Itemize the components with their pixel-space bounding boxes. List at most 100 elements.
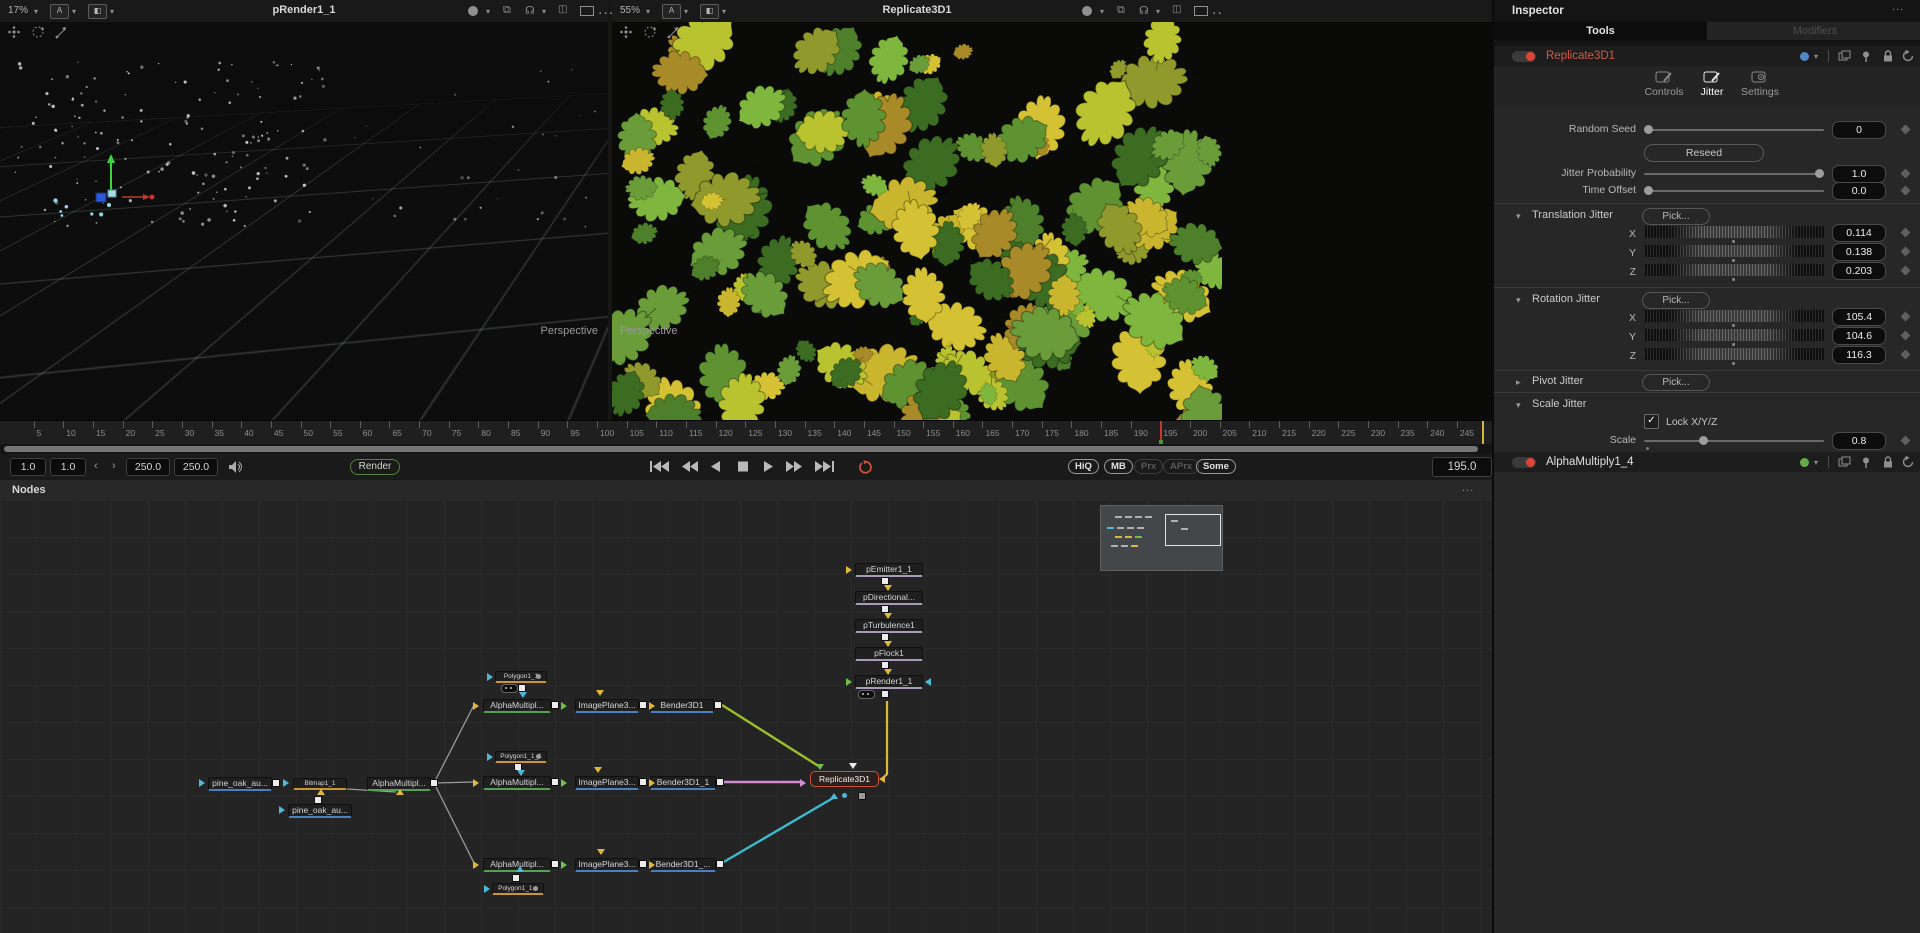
pivot-pick-button[interactable]: Pick... bbox=[1642, 374, 1710, 391]
quality-prx[interactable]: Prx bbox=[1134, 459, 1163, 474]
translation-pick-button[interactable]: Pick... bbox=[1642, 208, 1710, 225]
port-square-icon[interactable] bbox=[714, 701, 722, 709]
port-square-icon[interactable] bbox=[551, 701, 559, 709]
time-offset-value[interactable]: 0.0 bbox=[1832, 182, 1886, 200]
chevron-down-icon[interactable]: ▾ bbox=[1100, 7, 1104, 16]
lock-icon[interactable] bbox=[1882, 50, 1894, 62]
viewport-tools[interactable] bbox=[618, 24, 678, 40]
keyframe-diamond-icon[interactable] bbox=[1901, 228, 1911, 238]
tab-modifiers[interactable]: Modifiers bbox=[1708, 22, 1920, 40]
port-triangle-icon[interactable] bbox=[830, 793, 838, 799]
region-icon[interactable] bbox=[1194, 6, 1208, 16]
audio-icon[interactable] bbox=[228, 460, 244, 474]
port-triangle-icon[interactable] bbox=[487, 673, 493, 681]
translation-y-value[interactable]: 0.138 bbox=[1832, 243, 1886, 261]
viewport-tools[interactable] bbox=[6, 24, 66, 40]
port-triangle-icon[interactable] bbox=[487, 753, 493, 761]
port-triangle-icon[interactable] bbox=[561, 702, 567, 710]
reseed-button[interactable]: Reseed bbox=[1644, 144, 1764, 162]
translation-y-range-slider[interactable] bbox=[1644, 245, 1824, 257]
node-enable-toggle[interactable] bbox=[1512, 51, 1536, 62]
port-triangle-icon[interactable] bbox=[596, 690, 604, 696]
port-dot-icon[interactable] bbox=[533, 886, 538, 891]
quality-mb[interactable]: MB bbox=[1104, 459, 1133, 474]
port-dot-icon[interactable] bbox=[842, 793, 847, 798]
port-dot-icon[interactable] bbox=[536, 674, 541, 679]
port-square-icon[interactable] bbox=[518, 684, 526, 692]
port-square-icon[interactable] bbox=[858, 792, 866, 800]
port-triangle-icon[interactable] bbox=[597, 849, 605, 855]
graph-node-prender1-1[interactable]: pRender1_1 bbox=[855, 675, 923, 689]
translation-z-value[interactable]: 0.203 bbox=[1832, 262, 1886, 280]
graph-node-pflock1[interactable]: pFlock1 bbox=[855, 647, 923, 661]
node-graph[interactable]: pEmitter1_1pDirectional...pTurbulence1pF… bbox=[0, 500, 1492, 933]
port-triangle-icon[interactable] bbox=[649, 779, 655, 787]
chevron-down-icon[interactable]: ▾ bbox=[1516, 295, 1521, 306]
node-enable-toggle[interactable] bbox=[1512, 457, 1536, 468]
keyframe-diamond-icon[interactable] bbox=[1901, 266, 1911, 276]
graph-node-pemitter1-1[interactable]: pEmitter1_1 bbox=[855, 563, 923, 577]
graph-node-imageplane3-[interactable]: ImagePlane3... bbox=[575, 776, 639, 790]
viewport-right-render[interactable]: Perspective bbox=[612, 22, 1492, 420]
port-square-icon[interactable] bbox=[881, 661, 889, 669]
node-graph-minimap[interactable] bbox=[1100, 505, 1223, 571]
color-control-icon[interactable] bbox=[468, 6, 478, 16]
port-triangle-icon[interactable] bbox=[519, 692, 527, 698]
port-triangle-icon[interactable] bbox=[199, 779, 205, 787]
keyframe-diamond-icon[interactable] bbox=[1901, 247, 1911, 257]
port-triangle-icon[interactable] bbox=[800, 779, 806, 787]
port-triangle-icon[interactable] bbox=[484, 885, 490, 893]
port-triangle-icon[interactable] bbox=[561, 861, 567, 869]
keyframe-diamond-icon[interactable] bbox=[1901, 331, 1911, 341]
playback-controls[interactable] bbox=[650, 460, 890, 474]
chevron-down-icon[interactable]: ▾ bbox=[1516, 211, 1521, 222]
graph-node-alphamultipl-[interactable]: AlphaMultipl... bbox=[483, 699, 551, 713]
port-square-icon[interactable] bbox=[430, 779, 438, 787]
chevron-down-icon[interactable]: ▾ bbox=[1814, 52, 1818, 61]
port-square-icon[interactable] bbox=[551, 778, 559, 786]
port-triangle-icon[interactable] bbox=[846, 566, 852, 574]
pin-icon[interactable] bbox=[1860, 50, 1872, 62]
current-frame-field[interactable]: 195.0 bbox=[1432, 457, 1492, 477]
scale-slider[interactable] bbox=[1644, 440, 1824, 442]
random-seed-value[interactable]: 0 bbox=[1832, 121, 1886, 139]
rotation-y-range-slider[interactable] bbox=[1644, 329, 1824, 341]
port-triangle-icon[interactable] bbox=[884, 641, 892, 647]
copy-icon[interactable] bbox=[1838, 50, 1851, 62]
chevron-down-icon[interactable]: ▾ bbox=[486, 7, 490, 16]
jitter-probability-slider[interactable] bbox=[1644, 173, 1824, 175]
port-triangle-icon[interactable] bbox=[473, 702, 479, 710]
rotation-z-range-slider[interactable] bbox=[1644, 348, 1824, 360]
split-view-icon[interactable]: ◫ bbox=[558, 4, 567, 15]
graph-node-pturbulence1[interactable]: pTurbulence1 bbox=[855, 619, 923, 633]
graph-node-pine-oak-au-[interactable]: pine_oak_au... bbox=[208, 777, 272, 791]
quality-hiq[interactable]: HiQ bbox=[1068, 459, 1099, 474]
scrollbar-thumb[interactable] bbox=[4, 446, 1478, 452]
port-square-icon[interactable] bbox=[716, 860, 724, 868]
quality-aprx[interactable]: APrx bbox=[1163, 459, 1199, 474]
timeline-ruler[interactable]: 5101520253035404550556065707580859095100… bbox=[0, 420, 1492, 445]
rotation-x-value[interactable]: 105.4 bbox=[1832, 308, 1886, 326]
chevron-down-icon[interactable]: ▾ bbox=[1516, 400, 1521, 411]
random-seed-slider[interactable] bbox=[1644, 129, 1824, 131]
graph-node-bender3d1-[interactable]: Bender3D1_... bbox=[650, 858, 716, 872]
render-button[interactable]: Render bbox=[350, 459, 400, 475]
port-triangle-icon[interactable] bbox=[649, 702, 655, 710]
render-start-field[interactable]: 1.0 bbox=[50, 458, 86, 476]
port-triangle-icon[interactable] bbox=[884, 613, 892, 619]
port-triangle-icon[interactable] bbox=[283, 779, 289, 787]
reset-icon[interactable] bbox=[1902, 50, 1915, 62]
range-end-marker[interactable] bbox=[1482, 421, 1484, 445]
time-offset-slider[interactable] bbox=[1644, 190, 1824, 192]
port-square-icon[interactable] bbox=[716, 778, 724, 786]
port-triangle-icon[interactable] bbox=[649, 861, 655, 869]
keyframe-diamond-icon[interactable] bbox=[1901, 125, 1911, 135]
chevron-down-icon[interactable]: ▾ bbox=[1814, 458, 1818, 467]
chevron-right-icon[interactable]: ▸ bbox=[1516, 377, 1521, 388]
translation-x-range-slider[interactable] bbox=[1644, 226, 1824, 238]
port-triangle-icon[interactable] bbox=[516, 866, 524, 872]
graph-node-replicate3d1[interactable]: Replicate3D1 bbox=[810, 771, 879, 787]
port-square-icon[interactable] bbox=[512, 874, 520, 882]
keyframe-diamond-icon[interactable] bbox=[1901, 436, 1911, 446]
graph-node-imageplane3-[interactable]: ImagePlane3... bbox=[575, 699, 639, 713]
